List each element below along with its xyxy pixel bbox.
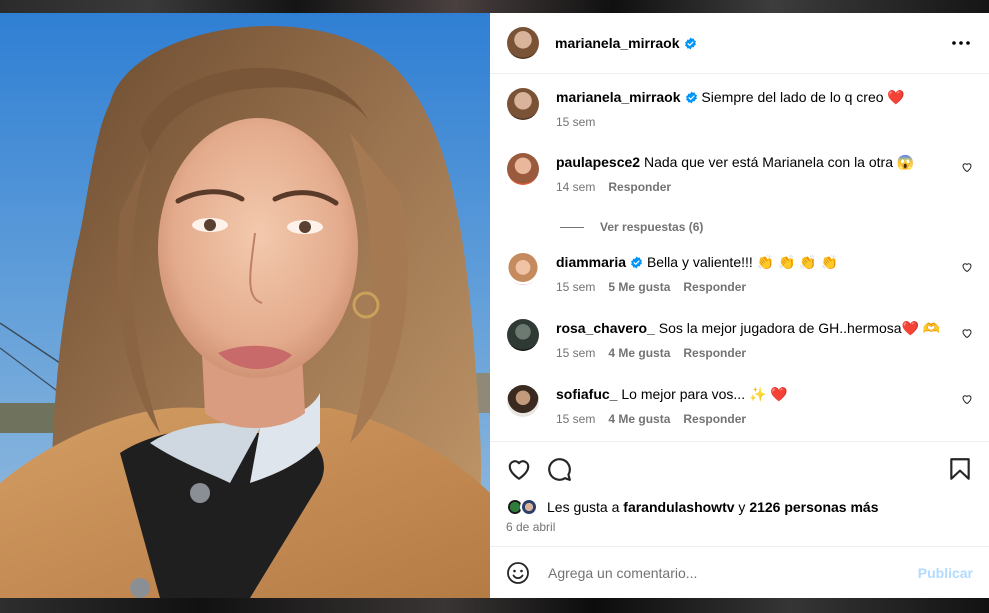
comment-username[interactable]: diammaria [556,254,626,270]
comment-item: paulapesce2 Nada que ver está Marianela … [507,153,973,196]
comment-like-heart-icon[interactable] [961,261,973,273]
comment-time: 15 sem [556,412,596,426]
emoji-smiley-icon[interactable] [506,561,530,585]
comment-avatar[interactable] [507,153,539,185]
background-feed-bottom [0,598,989,613]
reply-button[interactable]: Responder [683,278,746,296]
comment-like-heart-icon[interactable] [961,327,973,339]
reply-button[interactable]: Responder [683,410,746,428]
likes-prefix: Les gusta a [547,499,620,515]
comment-time: 15 sem [556,346,596,360]
liker-avatars [506,496,542,518]
likes-connector: y [738,499,746,515]
comment-item: rosa_chavero_ Sos la mejor jugadora de G… [507,319,973,362]
comment-input[interactable] [546,563,918,582]
comment-time: 14 sem [556,180,596,194]
comment-username[interactable]: rosa_chavero_ [556,320,655,336]
comment-username[interactable]: paulapesce2 [556,154,640,170]
post-date: 6 de abril [506,520,556,534]
more-options-icon[interactable] [949,31,973,55]
comment-time: 15 sem [556,115,596,129]
likes-summary[interactable]: Les gusta a farandulashowtv y 2126 perso… [506,496,879,518]
verified-badge-icon [685,91,697,104]
replies-divider [560,226,584,228]
comment-like-heart-icon[interactable] [961,161,973,173]
comment-text: Bella y valiente!!! 👏 👏 👏 👏 [646,254,839,270]
comment-likes-count[interactable]: 4 Me gusta [608,344,670,362]
comment-avatar[interactable] [507,385,539,417]
comment-avatar-story-ring[interactable] [507,253,539,285]
comment-likes-count[interactable]: 5 Me gusta [608,278,670,296]
verified-badge-icon [631,256,642,269]
comment-item: diammaria Bella y valiente!!! 👏 👏 👏 👏 15… [507,253,973,296]
view-replies-label: Ver respuestas (6) [600,220,704,234]
author-avatar[interactable] [507,27,539,59]
comment-text: Sos la mejor jugadora de GH..hermosa❤️ 🫶 [658,320,941,336]
background-feed-top [0,0,989,13]
comments-list[interactable]: marianela_mirraok Siempre del lado de lo… [490,74,989,441]
comment-username[interactable]: sofiafuc_ [556,386,617,402]
comment-avatar[interactable] [507,319,539,351]
caption-text: Siempre del lado de lo q creo ❤️ [701,89,905,105]
post-header: marianela_mirraok [490,13,989,74]
comment-text: Nada que ver está Marianela con la otra … [643,154,915,170]
verified-badge-icon [684,37,696,49]
author-username[interactable]: marianela_mirraok [555,35,680,51]
comment-time: 15 sem [556,280,596,294]
comment-bubble-icon[interactable] [546,456,572,482]
like-heart-icon[interactable] [506,456,532,482]
publish-button[interactable]: Publicar [918,565,973,581]
save-bookmark-icon[interactable] [947,456,973,482]
likes-user[interactable]: farandulashowtv [623,499,734,515]
post-photo [0,13,490,598]
reply-button[interactable]: Responder [608,178,671,196]
view-replies-button[interactable]: Ver respuestas (6) [560,220,703,234]
post-actions: Les gusta a farandulashowtv y 2126 perso… [490,441,989,546]
reply-button[interactable]: Responder [683,344,746,362]
comment-text: Lo mejor para vos... ✨ ❤️ [621,386,788,402]
comment-likes-count[interactable]: 4 Me gusta [608,410,670,428]
author-avatar[interactable] [507,88,539,120]
post-caption: marianela_mirraok Siempre del lado de lo… [507,88,973,131]
post-detail-panel: marianela_mirraok marianela_mirraok Siem… [490,13,989,598]
comment-item: sofiafuc_ Lo mejor para vos... ✨ ❤️ 15 s… [507,385,973,428]
comment-like-heart-icon[interactable] [961,393,973,405]
comment-username[interactable]: marianela_mirraok [556,89,681,105]
likes-others[interactable]: 2126 personas más [749,499,878,515]
add-comment-bar: Publicar [490,546,989,598]
